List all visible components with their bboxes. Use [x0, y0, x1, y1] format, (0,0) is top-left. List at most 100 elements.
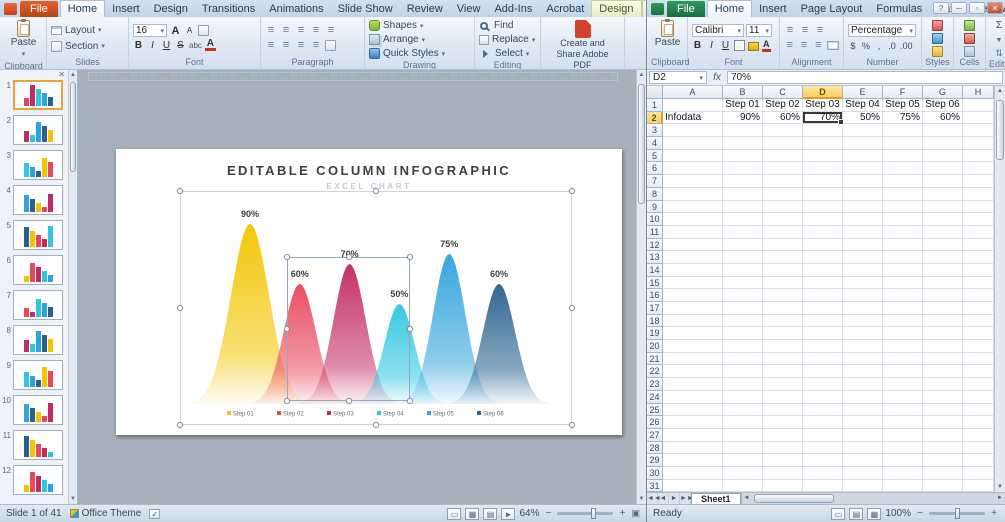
u-format-icon[interactable]: U: [161, 40, 172, 52]
slide-thumbnail-8[interactable]: 8: [2, 325, 65, 355]
cell-F15[interactable]: [883, 276, 923, 290]
cell-B10[interactable]: [723, 213, 763, 226]
insert-function-icon[interactable]: fx: [710, 72, 724, 83]
row-header-16[interactable]: 16: [647, 289, 663, 302]
cell-A30[interactable]: [663, 466, 723, 480]
cell-B7[interactable]: [723, 175, 763, 188]
first-sheet-icon[interactable]: ◄◄: [647, 493, 661, 504]
help-button[interactable]: [933, 2, 949, 14]
cell-F22[interactable]: [883, 365, 923, 379]
cell-B14[interactable]: [723, 263, 763, 277]
cell-D7[interactable]: [803, 175, 843, 188]
clipboard-group-label[interactable]: Clipboard: [651, 57, 690, 69]
autosum-icon[interactable]: [996, 19, 1002, 31]
column-header-C[interactable]: C: [763, 86, 803, 99]
cell-E14[interactable]: [843, 263, 883, 277]
zoom-in-button[interactable]: +: [617, 508, 627, 519]
cell-F10[interactable]: [883, 213, 923, 226]
font-color-icon[interactable]: A: [762, 39, 771, 52]
normal-view-icon[interactable]: [831, 507, 846, 520]
cell-G11[interactable]: [923, 225, 963, 239]
scrollbar-thumb[interactable]: [638, 84, 645, 204]
row-header-15[interactable]: 15: [647, 276, 663, 290]
cell-C5[interactable]: [763, 149, 803, 163]
justify-icon[interactable]: [310, 40, 322, 51]
cell-A11[interactable]: [663, 225, 723, 239]
cell-E9[interactable]: [843, 200, 883, 214]
font-name-select[interactable]: Calibri: [692, 24, 744, 37]
merge-center-icon[interactable]: [826, 41, 839, 50]
cell-G8[interactable]: [923, 187, 963, 201]
cell-B18[interactable]: [723, 314, 763, 328]
cell-A22[interactable]: [663, 365, 723, 379]
i-format-icon[interactable]: I: [147, 40, 158, 52]
cell-A13[interactable]: [663, 251, 723, 264]
cell-H10[interactable]: [963, 213, 994, 226]
quick-styles-button[interactable]: Quick Styles: [368, 47, 471, 60]
font-group-label[interactable]: Font: [691, 57, 776, 69]
cell-G6[interactable]: [923, 162, 963, 176]
cell-F2[interactable]: 75%: [883, 111, 923, 125]
excel-file-tab[interactable]: File: [667, 1, 705, 17]
conditional-formatting-icon[interactable]: [932, 19, 943, 31]
cell-A26[interactable]: [663, 416, 723, 429]
cell-E12[interactable]: [843, 238, 883, 252]
cell-C29[interactable]: [763, 454, 803, 467]
ppt-tabs-tab-add-ins[interactable]: Add-Ins: [487, 1, 539, 17]
slide-thumbnail-9[interactable]: 9: [2, 360, 65, 390]
cell-A31[interactable]: [663, 479, 723, 492]
shapes-button[interactable]: Shapes: [368, 19, 471, 32]
cell-F6[interactable]: [883, 162, 923, 176]
format-as-table-icon[interactable]: [932, 32, 943, 44]
column-header-E[interactable]: E: [843, 86, 883, 99]
ppt-tabs-tab-acrobat[interactable]: Acrobat: [539, 1, 591, 17]
font-size-select[interactable]: 11: [746, 24, 772, 37]
normal-view-icon[interactable]: [447, 507, 462, 520]
cell-F20[interactable]: [883, 340, 923, 353]
row-header-23[interactable]: 23: [647, 378, 663, 391]
cell-H26[interactable]: [963, 416, 994, 429]
a-format-icon[interactable]: A: [204, 39, 216, 51]
cell-E4[interactable]: [843, 137, 883, 150]
cell-A24[interactable]: [663, 390, 723, 404]
cell-E17[interactable]: [843, 302, 883, 315]
cell-H15[interactable]: [963, 276, 994, 290]
cell-H5[interactable]: [963, 149, 994, 163]
cell-E11[interactable]: [843, 225, 883, 239]
slide-canvas[interactable]: EDITABLE COLUMN INFOGRAPHIC EXCEL CHART …: [116, 149, 622, 435]
cell-C8[interactable]: [763, 187, 803, 201]
cell-H3[interactable]: [963, 124, 994, 138]
cell-B16[interactable]: [723, 289, 763, 302]
row-header-22[interactable]: 22: [647, 365, 663, 379]
cell-E8[interactable]: [843, 187, 883, 201]
number-tool-0[interactable]: .0: [887, 40, 897, 52]
borders-icon[interactable]: [734, 40, 745, 51]
cell-F29[interactable]: [883, 454, 923, 467]
cell-G3[interactable]: [923, 124, 963, 138]
paste-button[interactable]: Paste: [7, 19, 41, 61]
cell-E21[interactable]: [843, 352, 883, 366]
selection-handle-bl[interactable]: [177, 422, 183, 428]
cell-D2[interactable]: 70%: [803, 111, 844, 126]
cell-E30[interactable]: [843, 466, 883, 480]
cell-F8[interactable]: [883, 187, 923, 201]
slide-thumbnail-7[interactable]: 7: [2, 290, 65, 320]
cell-B21[interactable]: [723, 352, 763, 366]
cell-B3[interactable]: [723, 124, 763, 138]
cell-H29[interactable]: [963, 454, 994, 467]
zoom-out-button[interactable]: −: [543, 508, 553, 519]
row-header-12[interactable]: 12: [647, 238, 663, 252]
cell-B20[interactable]: [723, 340, 763, 353]
cell-C6[interactable]: [763, 162, 803, 176]
cell-F12[interactable]: [883, 238, 923, 252]
row-header-24[interactable]: 24: [647, 390, 663, 404]
cell-G9[interactable]: [923, 200, 963, 214]
row-header-17[interactable]: 17: [647, 302, 663, 315]
cell-B17[interactable]: [723, 302, 763, 315]
create-adobe-pdf-button[interactable]: Create and Share Adobe PDF: [546, 19, 620, 69]
cell-B9[interactable]: [723, 200, 763, 214]
cell-A8[interactable]: [663, 187, 723, 201]
cell-H8[interactable]: [963, 187, 994, 201]
cell-H31[interactable]: [963, 479, 994, 492]
cell-B28[interactable]: [723, 441, 763, 455]
